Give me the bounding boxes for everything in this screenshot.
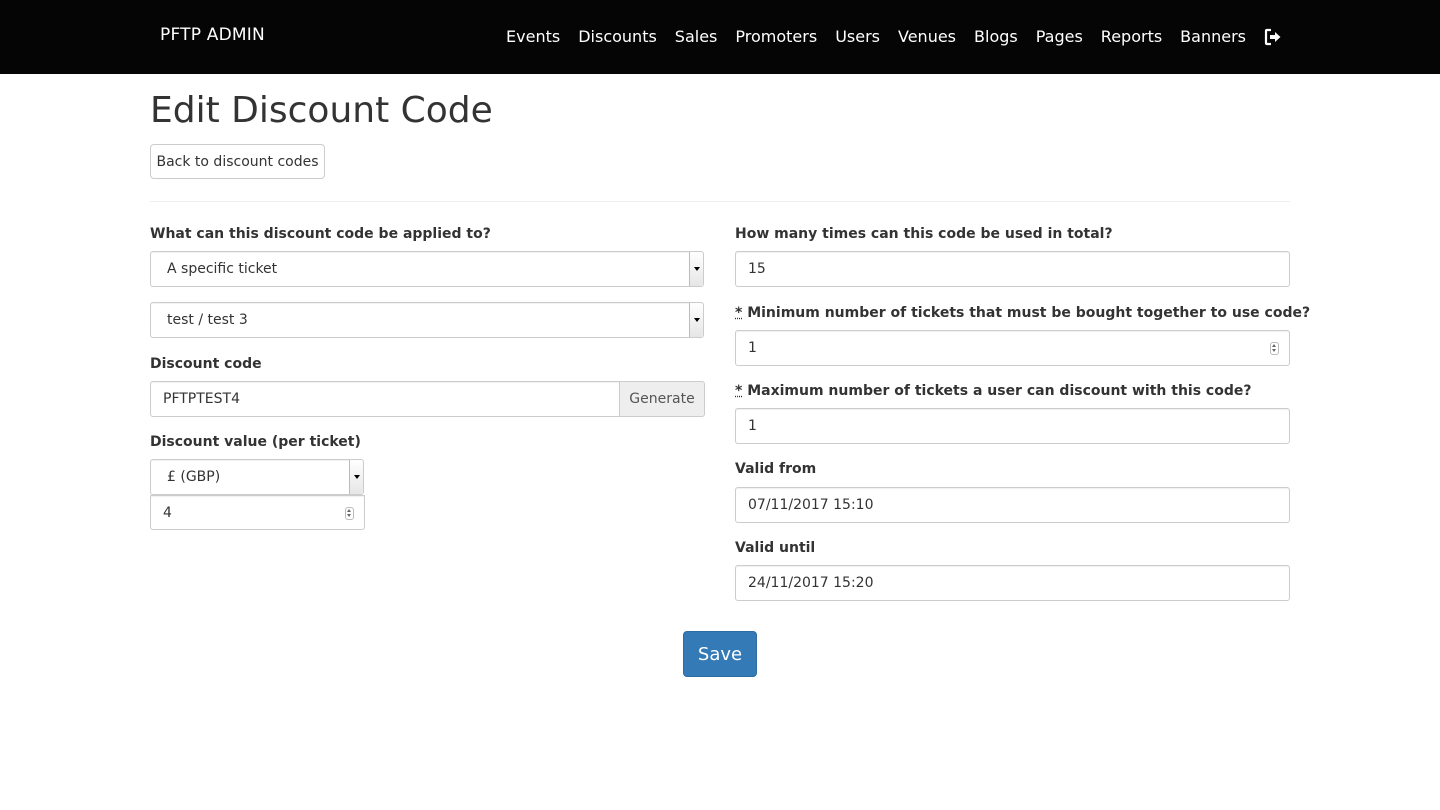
valid-until-input[interactable]: 24/11/2017 15:20 (735, 565, 1290, 601)
currency-select-value: £ (GBP) (167, 469, 221, 485)
brand-logo[interactable]: PFTP ADMIN (160, 25, 265, 45)
valid-from-value: 07/11/2017 15:10 (748, 497, 874, 513)
chevron-down-icon (689, 252, 703, 286)
max-tickets-label-text: Maximum number of tickets a user can dis… (742, 383, 1252, 399)
applies-to-label: What can this discount code be applied t… (150, 226, 491, 242)
total-uses-input[interactable]: 15 (735, 251, 1290, 287)
nav-item-venues[interactable]: Venues (898, 27, 956, 46)
discount-code-value: PFTPTEST4 (163, 391, 240, 407)
chevron-down-icon (689, 303, 703, 337)
number-spinner-icon[interactable] (345, 507, 354, 520)
nav-item-pages[interactable]: Pages (1036, 27, 1083, 46)
sign-out-icon[interactable] (1264, 28, 1282, 46)
nav-item-events[interactable]: Events (506, 27, 560, 46)
total-uses-label: How many times can this code be used in … (735, 226, 1113, 242)
back-to-discount-codes-button[interactable]: Back to discount codes (150, 144, 325, 179)
top-navbar: PFTP ADMIN Events Discounts Sales Promot… (0, 0, 1440, 74)
ticket-select[interactable]: test / test 3 (150, 302, 704, 338)
nav-item-reports[interactable]: Reports (1101, 27, 1162, 46)
nav-item-users[interactable]: Users (835, 27, 880, 46)
applies-to-select[interactable]: A specific ticket (150, 251, 704, 287)
min-tickets-label: * Minimum number of tickets that must be… (735, 305, 1310, 321)
max-tickets-input[interactable]: 1 (735, 408, 1290, 444)
currency-select[interactable]: £ (GBP) (150, 459, 364, 495)
max-tickets-label: * Maximum number of tickets a user can d… (735, 383, 1251, 399)
min-tickets-label-text: Minimum number of tickets that must be b… (742, 305, 1311, 321)
discount-code-label: Discount code (150, 356, 262, 372)
generate-button[interactable]: Generate (619, 381, 705, 417)
save-button[interactable]: Save (683, 631, 757, 677)
nav-item-sales[interactable]: Sales (675, 27, 718, 46)
min-tickets-input[interactable]: 1 (735, 330, 1290, 366)
discount-amount-value: 4 (163, 505, 172, 521)
max-tickets-value: 1 (748, 418, 757, 434)
valid-from-label: Valid from (735, 461, 817, 477)
valid-from-input[interactable]: 07/11/2017 15:10 (735, 487, 1290, 523)
nav-item-blogs[interactable]: Blogs (974, 27, 1018, 46)
chevron-down-icon (349, 460, 363, 494)
discount-code-input[interactable]: PFTPTEST4 (150, 381, 620, 417)
min-tickets-value: 1 (748, 340, 757, 356)
number-spinner-icon[interactable] (1270, 342, 1279, 355)
applies-to-select-value: A specific ticket (167, 261, 278, 277)
nav-item-banners[interactable]: Banners (1180, 27, 1246, 46)
valid-until-value: 24/11/2017 15:20 (748, 575, 874, 591)
total-uses-value: 15 (748, 261, 766, 277)
nav-item-discounts[interactable]: Discounts (578, 27, 657, 46)
valid-until-label: Valid until (735, 540, 816, 556)
main-nav: Events Discounts Sales Promoters Users V… (506, 27, 1282, 46)
page-title: Edit Discount Code (150, 90, 493, 131)
discount-amount-input[interactable]: 4 (150, 495, 365, 530)
nav-item-promoters[interactable]: Promoters (735, 27, 817, 46)
divider (150, 201, 1290, 202)
discount-value-label: Discount value (per ticket) (150, 434, 361, 450)
ticket-select-value: test / test 3 (167, 312, 248, 328)
